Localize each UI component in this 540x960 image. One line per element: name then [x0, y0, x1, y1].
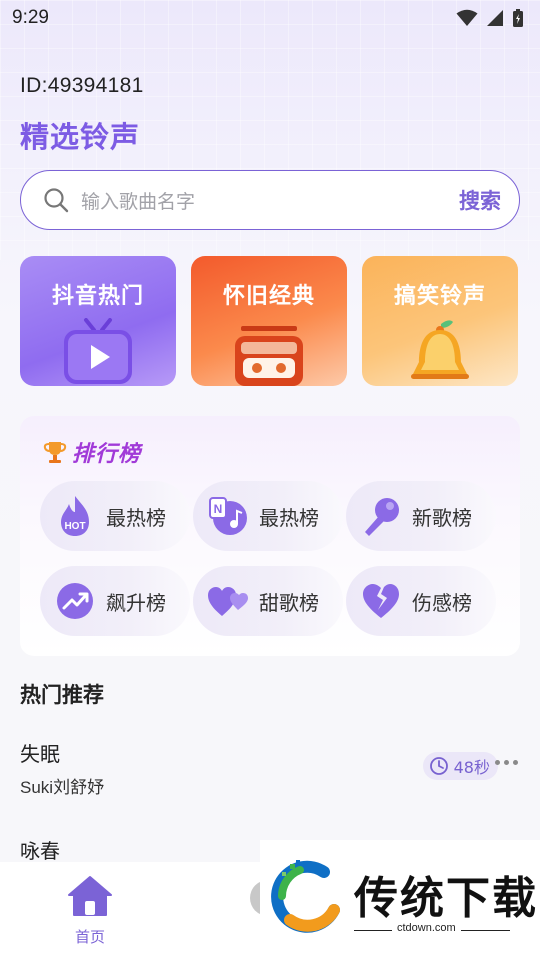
- ranking-item-sad[interactable]: 伤感榜: [346, 566, 496, 636]
- duration-badge: 48秒: [422, 752, 498, 780]
- battery-icon: [513, 9, 523, 27]
- ranking-header: 排行榜: [42, 436, 141, 468]
- search-bar[interactable]: 输入歌曲名字 搜索: [20, 170, 520, 230]
- search-icon: [44, 188, 69, 213]
- ranking-item-label: 最热榜: [106, 505, 166, 530]
- ranking-item-hot[interactable]: HOT 最热榜: [40, 481, 190, 551]
- ranking-grid: HOT 最热榜 N 最热榜 新歌榜 飙升榜 甜歌榜 伤感榜: [40, 481, 510, 636]
- category-funny[interactable]: 搞笑铃声: [362, 256, 518, 386]
- microphone-icon: [365, 498, 399, 536]
- watermark-brand: 传统下载: [354, 873, 538, 924]
- category-douyin-hot[interactable]: 抖音热门: [20, 256, 176, 386]
- duration-text: 48秒: [453, 758, 490, 777]
- wifi-icon: [456, 9, 478, 26]
- ranking-item-sweet[interactable]: 甜歌榜: [193, 566, 343, 636]
- svg-text:HOT: HOT: [64, 521, 85, 532]
- category-label: 搞笑铃声: [393, 284, 486, 309]
- home-icon: [68, 876, 112, 916]
- section-title-hot: 热门推荐: [20, 683, 104, 707]
- ranking-item-hot-2[interactable]: N 最热榜: [193, 481, 343, 551]
- cassette-icon: [235, 326, 303, 386]
- page-title: 精选铃声: [20, 120, 141, 154]
- trend-up-icon: [57, 583, 93, 619]
- ranking-item-label: 新歌榜: [412, 505, 472, 530]
- user-id: ID:49394181: [20, 74, 144, 97]
- hot-flame-icon: HOT: [61, 496, 89, 536]
- status-bar: 9:29: [0, 0, 540, 36]
- search-input[interactable]: 输入歌曲名字: [81, 187, 459, 214]
- more-options-button[interactable]: [495, 760, 518, 765]
- watermark-overlay: 传统下载 ctdown.com: [260, 840, 540, 960]
- tab-home[interactable]: 首页: [60, 874, 120, 947]
- signal-icon: [487, 10, 503, 26]
- ranking-title: 排行榜: [72, 442, 142, 467]
- bell-icon: [411, 320, 469, 379]
- watermark-url: ctdown.com: [392, 922, 461, 934]
- ranking-item-new[interactable]: 新歌榜: [346, 481, 496, 551]
- music-note-icon: N: [209, 497, 247, 535]
- ranking-item-label: 伤感榜: [412, 590, 472, 615]
- ranking-item-label: 飙升榜: [106, 590, 166, 615]
- status-icons: [456, 8, 524, 28]
- trophy-icon: [43, 442, 67, 463]
- svg-text:N: N: [214, 502, 223, 516]
- category-label: 怀旧经典: [222, 284, 315, 309]
- tv-play-icon: [64, 318, 132, 384]
- ranking-item-label: 甜歌榜: [259, 590, 319, 615]
- category-label: 抖音热门: [51, 284, 144, 309]
- watermark-logo: [271, 860, 340, 933]
- category-row: 抖音热门 怀旧经典 搞笑铃声: [20, 256, 520, 386]
- ranking-item-label: 最热榜: [259, 505, 319, 530]
- status-time: 9:29: [12, 7, 49, 28]
- clock-icon: [429, 757, 448, 775]
- broken-heart-icon: [363, 584, 399, 618]
- search-button[interactable]: 搜索: [459, 185, 501, 215]
- ranking-item-rising[interactable]: 飙升榜: [40, 566, 190, 636]
- ranking-card: 排行榜 HOT 最热榜 N 最热榜 新歌榜 飙升榜 甜歌榜 伤感榜: [20, 416, 520, 656]
- category-nostalgic[interactable]: 怀旧经典: [191, 256, 347, 386]
- hearts-icon: [208, 587, 248, 616]
- tab-home-label: 首页: [74, 928, 105, 946]
